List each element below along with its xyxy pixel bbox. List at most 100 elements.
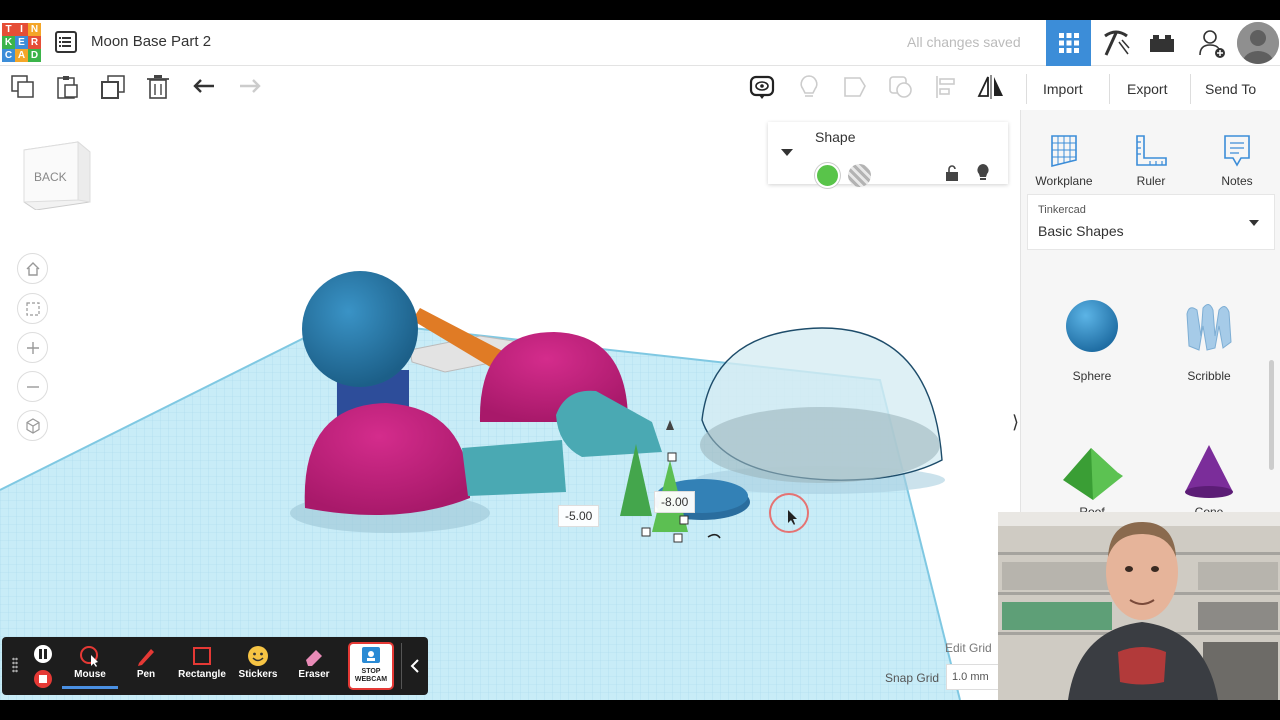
perspective-button[interactable] <box>17 410 48 441</box>
bricks-icon <box>1149 35 1174 52</box>
logo-letter: I <box>15 23 28 36</box>
shape-tile-cone[interactable]: Cone <box>1154 442 1264 519</box>
undo-icon <box>193 79 214 93</box>
design-title[interactable]: Moon Base Part 2 <box>91 33 211 50</box>
group-button[interactable] <box>840 72 870 102</box>
workplane-tool-label: Workplane <box>1035 174 1093 188</box>
copy-icon <box>11 75 34 98</box>
fit-view-button[interactable] <box>17 293 48 324</box>
undo-button[interactable] <box>190 72 220 102</box>
delete-button[interactable] <box>143 72 173 102</box>
duplicate-icon <box>101 75 125 99</box>
visibility-bulb-icon[interactable] <box>975 163 991 183</box>
home-icon <box>26 261 39 276</box>
collapse-caret-icon[interactable] <box>780 148 794 158</box>
minus-icon <box>26 385 39 388</box>
roof-icon <box>1063 448 1123 500</box>
notes-tool[interactable]: Notes <box>1197 124 1277 188</box>
workplane-scene[interactable] <box>0 110 1020 700</box>
snap-grid-label: Snap Grid <box>885 671 940 685</box>
toolbar-divider <box>1109 74 1110 104</box>
shape-tile-scribble[interactable]: Scribble <box>1154 296 1264 383</box>
notes-toggle-button[interactable] <box>747 72 777 102</box>
user-avatar[interactable] <box>1237 22 1279 64</box>
shape-inspector: Shape <box>768 122 1008 188</box>
plus-icon <box>26 341 39 354</box>
header-bar: T I N K E R C A D Moon Base Part 2 All c… <box>0 20 1280 66</box>
stop-recording-button[interactable] <box>34 670 52 688</box>
send-to-button[interactable]: Send To <box>1197 74 1264 104</box>
pen-tool-label: Pen <box>136 669 156 680</box>
stickers-tool-label: Stickers <box>238 669 278 680</box>
home-view-button[interactable] <box>17 253 48 284</box>
screencast-toolbar: Mouse Pen Rectangle Stickers Eraser STOP… <box>2 637 428 695</box>
workplane-tool[interactable]: Workplane <box>1024 124 1104 188</box>
lightbulb-icon <box>800 75 818 97</box>
mirror-button[interactable] <box>976 72 1006 102</box>
drag-handle-icon[interactable] <box>12 657 18 673</box>
sphere-icon <box>1066 300 1118 352</box>
mouse-pointer-icon <box>80 646 98 667</box>
solid-color-swatch[interactable] <box>815 163 840 188</box>
cone-icon <box>1185 445 1233 498</box>
toolbar-divider <box>1026 74 1027 104</box>
webcam-icon <box>362 647 380 663</box>
pen-tool[interactable]: Pen <box>118 643 174 689</box>
teal-box-shape[interactable] <box>462 440 566 496</box>
zoom-in-button[interactable] <box>17 332 48 363</box>
export-button[interactable]: Export <box>1119 74 1175 104</box>
workplane-canvas[interactable]: -5.00 -8.00 BACK Shape <box>0 110 1020 700</box>
mouse-tool[interactable]: Mouse <box>62 643 118 689</box>
save-status: All changes saved <box>907 34 1021 50</box>
redo-button[interactable] <box>234 72 264 102</box>
dimension-label-y[interactable]: -8.00 <box>654 491 696 513</box>
blue-sphere-shape[interactable] <box>302 271 418 387</box>
grid-view-icon <box>1058 33 1079 53</box>
snap-grid-select[interactable]: 1.0 mm <box>946 664 1001 690</box>
eraser-tool[interactable]: Eraser <box>286 643 342 689</box>
logo-letter: C <box>2 49 15 62</box>
copy-button[interactable] <box>8 72 38 102</box>
ungroup-button[interactable] <box>886 72 916 102</box>
collapse-left-icon[interactable] <box>409 658 421 674</box>
shape-tile-sphere[interactable]: Sphere <box>1037 296 1147 383</box>
paste-button[interactable] <box>52 72 82 102</box>
pickaxe-icon <box>1103 30 1130 56</box>
logo-letter: N <box>28 23 41 36</box>
stickers-tool[interactable]: Stickers <box>230 643 286 689</box>
align-icon <box>936 76 955 98</box>
align-button[interactable] <box>931 72 961 102</box>
toolbar-divider <box>401 643 402 689</box>
ruler-tool[interactable]: Ruler <box>1111 124 1191 188</box>
ungroup-icon <box>889 76 912 98</box>
hole-swatch[interactable] <box>848 164 871 187</box>
shape-tile-label: Sphere <box>1072 369 1112 383</box>
pause-recording-button[interactable] <box>34 645 52 663</box>
dimension-label-x[interactable]: -5.00 <box>558 505 600 527</box>
view-cube[interactable]: BACK <box>22 140 92 211</box>
cube-icon <box>25 417 40 434</box>
bricks-view-button[interactable] <box>1139 20 1184 66</box>
stop-webcam-label: STOP WEBCAM <box>354 668 388 683</box>
invite-user-button[interactable] <box>1189 20 1234 66</box>
lock-icon[interactable] <box>945 165 959 181</box>
zoom-out-button[interactable] <box>17 371 48 402</box>
import-button[interactable]: Import <box>1035 74 1091 104</box>
design-list-icon[interactable] <box>55 31 77 53</box>
tinkercad-logo[interactable]: T I N K E R C A D <box>2 23 42 63</box>
shape-library-dropdown[interactable]: Tinkercad Basic Shapes <box>1027 194 1275 250</box>
blocks-view-button[interactable] <box>1093 20 1138 66</box>
stop-webcam-button[interactable]: STOP WEBCAM <box>348 642 394 690</box>
logo-letter: D <box>28 49 41 62</box>
rectangle-tool[interactable]: Rectangle <box>174 643 230 689</box>
library-scrollbar[interactable] <box>1269 360 1274 470</box>
shape-tile-roof[interactable]: Roof <box>1037 442 1147 519</box>
workplane-icon <box>1051 135 1077 168</box>
duplicate-button[interactable] <box>98 72 128 102</box>
shape-tile-label: Scribble <box>1187 369 1231 383</box>
fit-view-icon <box>25 301 40 316</box>
grid-view-button[interactable] <box>1046 20 1091 66</box>
edit-grid-button[interactable]: Edit Grid <box>945 641 992 655</box>
rectangle-tool-label: Rectangle <box>178 669 226 680</box>
show-all-button[interactable] <box>794 72 824 102</box>
